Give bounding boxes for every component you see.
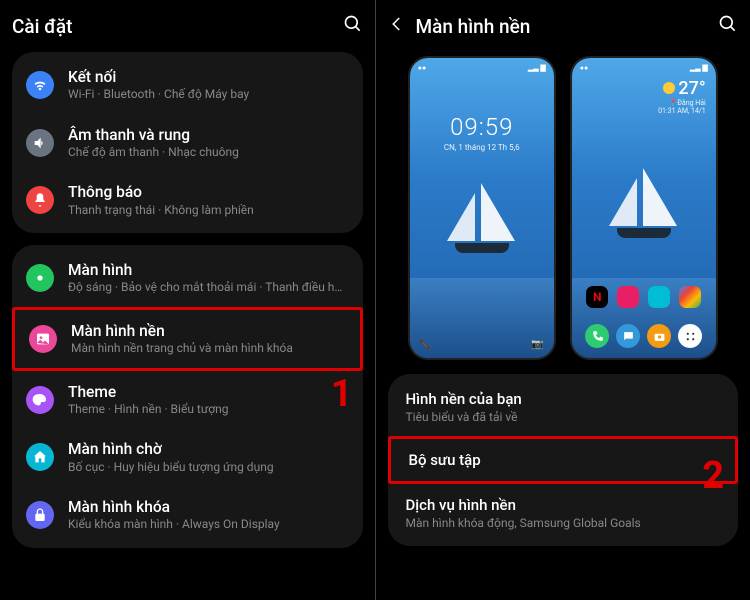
messages-app-icon bbox=[616, 324, 640, 348]
item-label: Âm thanh và rung bbox=[68, 125, 349, 145]
settings-screen: Cài đặt Kết nốiWi-Fi · Bluetooth · Chế đ… bbox=[0, 0, 375, 600]
page-title: Cài đặt bbox=[12, 15, 333, 38]
item-subtitle: Màn hình nền trang chủ và màn hình khóa bbox=[71, 341, 346, 357]
settings-item-image[interactable]: Màn hình nềnMàn hình nền trang chủ và mà… bbox=[12, 307, 363, 371]
settings-group: Kết nốiWi-Fi · Bluetooth · Chế độ Máy ba… bbox=[12, 52, 363, 233]
item-subtitle: Theme · Hình nền · Biểu tượng bbox=[68, 402, 349, 418]
wallpaper-screen: Màn hình nền ●●▂▃ ▇ 09:59 CN, 1 tháng 12… bbox=[375, 0, 750, 600]
annotation-2: 2 bbox=[702, 454, 724, 498]
item-label: Kết nối bbox=[68, 67, 349, 87]
app-icon bbox=[617, 286, 639, 308]
back-icon[interactable] bbox=[388, 15, 406, 37]
wallpaper-option[interactable]: Hình nền của bạn Tiêu biểu và đã tải về bbox=[388, 378, 739, 436]
phone-icon: 📞 bbox=[420, 339, 432, 350]
item-subtitle: Thanh trạng thái · Không làm phiền bbox=[68, 203, 349, 219]
option-subtitle: Màn hình khóa động, Samsung Global Goals bbox=[406, 516, 721, 530]
settings-item-lock[interactable]: Màn hình khóaKiểu khóa màn hình · Always… bbox=[12, 486, 363, 544]
weather-widget: 27° 📍Đằng Hải 01:31 AM, 14/1 bbox=[658, 78, 706, 115]
sailboat-graphic bbox=[609, 168, 679, 248]
volume-icon bbox=[26, 129, 54, 157]
home-icon bbox=[26, 443, 54, 471]
bell-icon bbox=[26, 186, 54, 214]
option-label: Hình nền của bạn bbox=[406, 390, 721, 408]
camera-app-icon bbox=[647, 324, 671, 348]
app-icon bbox=[648, 286, 670, 308]
lock-icon bbox=[26, 501, 54, 529]
item-label: Thông báo bbox=[68, 182, 349, 202]
settings-item-sun[interactable]: Màn hìnhĐộ sáng · Bảo vệ cho mắt thoải m… bbox=[12, 249, 363, 307]
settings-item-palette[interactable]: ThemeTheme · Hình nền · Biểu tượng bbox=[12, 371, 363, 429]
item-subtitle: Chế độ âm thanh · Nhạc chuông bbox=[68, 145, 349, 161]
item-label: Màn hình chờ bbox=[68, 439, 349, 459]
item-label: Màn hình khóa bbox=[68, 497, 349, 517]
option-subtitle: Tiêu biểu và đã tải về bbox=[406, 410, 721, 424]
wallpaper-option[interactable]: Dịch vụ hình nền Màn hình khóa động, Sams… bbox=[388, 484, 739, 542]
apps-icon bbox=[678, 324, 702, 348]
item-label: Màn hình nền bbox=[71, 321, 346, 341]
lock-clock-date: CN, 1 tháng 12 Th 5,6 bbox=[410, 143, 554, 152]
wallpaper-header: Màn hình nền bbox=[388, 10, 739, 52]
phone-app-icon bbox=[585, 324, 609, 348]
item-subtitle: Bố cục · Huy hiệu biểu tượng ứng dụng bbox=[68, 460, 349, 476]
item-subtitle: Độ sáng · Bảo vệ cho mắt thoải mái · Tha… bbox=[68, 280, 349, 296]
settings-item-bell[interactable]: Thông báoThanh trạng thái · Không làm ph… bbox=[12, 171, 363, 229]
lock-clock-time: 09:59 bbox=[410, 113, 554, 141]
lock-screen-preview[interactable]: ●●▂▃ ▇ 09:59 CN, 1 tháng 12 Th 5,6 📞 📷 bbox=[410, 58, 554, 358]
item-subtitle: Wi-Fi · Bluetooth · Chế độ Máy bay bbox=[68, 87, 349, 103]
wallpaper-previews: ●●▂▃ ▇ 09:59 CN, 1 tháng 12 Th 5,6 📞 📷 ●… bbox=[388, 58, 739, 358]
annotation-1: 1 bbox=[331, 372, 353, 416]
option-label: Bộ sưu tập bbox=[409, 451, 718, 469]
wallpaper-option[interactable]: Bộ sưu tập bbox=[388, 436, 739, 484]
settings-item-wifi[interactable]: Kết nốiWi-Fi · Bluetooth · Chế độ Máy ba… bbox=[12, 56, 363, 114]
settings-item-volume[interactable]: Âm thanh và rungChế độ âm thanh · Nhạc c… bbox=[12, 114, 363, 172]
settings-group: Màn hìnhĐộ sáng · Bảo vệ cho mắt thoải m… bbox=[12, 245, 363, 548]
app-row: N bbox=[582, 286, 706, 308]
sailboat-graphic bbox=[447, 183, 517, 263]
settings-header: Cài đặt bbox=[12, 10, 363, 52]
app-icon bbox=[679, 286, 701, 308]
item-label: Theme bbox=[68, 382, 349, 402]
palette-icon bbox=[26, 386, 54, 414]
wifi-icon bbox=[26, 71, 54, 99]
wallpaper-options: Hình nền của bạn Tiêu biểu và đã tải về Bộ… bbox=[388, 374, 739, 546]
app-icon: N bbox=[586, 286, 608, 308]
image-icon bbox=[29, 325, 57, 353]
sun-icon bbox=[26, 264, 54, 292]
item-subtitle: Kiểu khóa màn hình · Always On Display bbox=[68, 517, 349, 533]
page-title: Màn hình nền bbox=[416, 15, 709, 38]
camera-icon: 📷 bbox=[531, 339, 543, 350]
dock bbox=[582, 324, 706, 348]
search-icon[interactable] bbox=[343, 14, 363, 38]
item-label: Màn hình bbox=[68, 260, 349, 280]
option-label: Dịch vụ hình nền bbox=[406, 496, 721, 514]
search-icon[interactable] bbox=[718, 14, 738, 38]
settings-item-home[interactable]: Màn hình chờBố cục · Huy hiệu biểu tượng… bbox=[12, 428, 363, 486]
home-screen-preview[interactable]: ●●▂▃ ▇ 27° 📍Đằng Hải 01:31 AM, 14/1 N bbox=[572, 58, 716, 358]
